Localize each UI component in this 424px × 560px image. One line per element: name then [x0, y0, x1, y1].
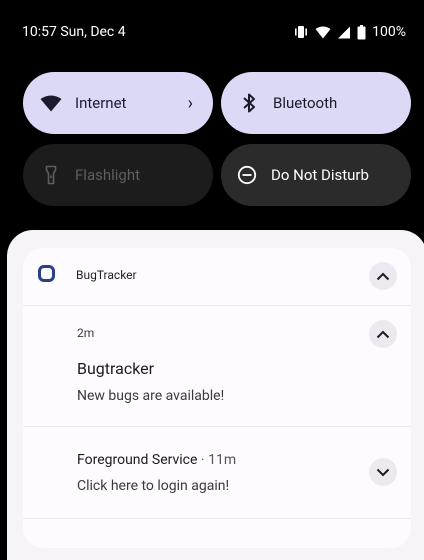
wifi-icon: [39, 91, 63, 115]
battery-percent: 100%: [372, 24, 406, 40]
notification-time: 11m: [208, 452, 237, 468]
notification-title: Foreground Service · 11m: [77, 452, 236, 468]
notification-title: Bugtracker: [77, 359, 155, 378]
status-time: 10:57 Sun, Dec 4: [22, 24, 126, 40]
chevron-up-icon: [376, 330, 390, 338]
flashlight-tile-label: Flashlight: [75, 166, 140, 184]
expand-notification-button[interactable]: [369, 458, 397, 486]
bluetooth-icon: [237, 91, 261, 115]
battery-icon: [357, 24, 366, 39]
status-bar: 10:57 Sun, Dec 4 100%: [0, 0, 424, 58]
flashlight-tile[interactable]: Flashlight: [23, 144, 213, 206]
notification-title-text: Foreground Service: [77, 452, 198, 468]
divider: [23, 518, 411, 519]
divider: [23, 305, 411, 306]
status-icons: 100%: [293, 24, 406, 40]
do-not-disturb-icon: [235, 163, 259, 187]
notification-time: 2m: [77, 326, 95, 340]
signal-icon: [338, 26, 351, 38]
chevron-down-icon: [376, 468, 390, 476]
notification-group-card[interactable]: BugTracker 2m Bugtracker New bugs are av…: [23, 248, 411, 548]
chevron-up-icon: [376, 272, 390, 280]
collapse-group-button[interactable]: [369, 262, 397, 290]
app-name: BugTracker: [76, 268, 137, 282]
bluetooth-tile[interactable]: Bluetooth: [221, 72, 411, 134]
notification-text: Click here to login again!: [77, 478, 230, 494]
chevron-right-icon: ›: [187, 92, 193, 114]
notification-text: New bugs are available!: [77, 388, 225, 404]
internet-tile[interactable]: Internet ›: [23, 72, 213, 134]
collapse-notification-button[interactable]: [369, 320, 397, 348]
bluetooth-tile-label: Bluetooth: [273, 94, 338, 112]
title-separator: ·: [200, 452, 205, 468]
do-not-disturb-tile-label: Do Not Disturb: [271, 166, 369, 184]
divider: [23, 426, 411, 427]
notification-app-header[interactable]: BugTracker: [23, 248, 411, 304]
flashlight-icon: [39, 163, 63, 187]
do-not-disturb-tile[interactable]: Do Not Disturb: [221, 144, 411, 206]
wifi-icon: [315, 26, 331, 38]
bugtracker-app-icon: [38, 265, 55, 282]
internet-tile-label: Internet: [75, 94, 127, 112]
vibrate-icon: [295, 26, 308, 38]
